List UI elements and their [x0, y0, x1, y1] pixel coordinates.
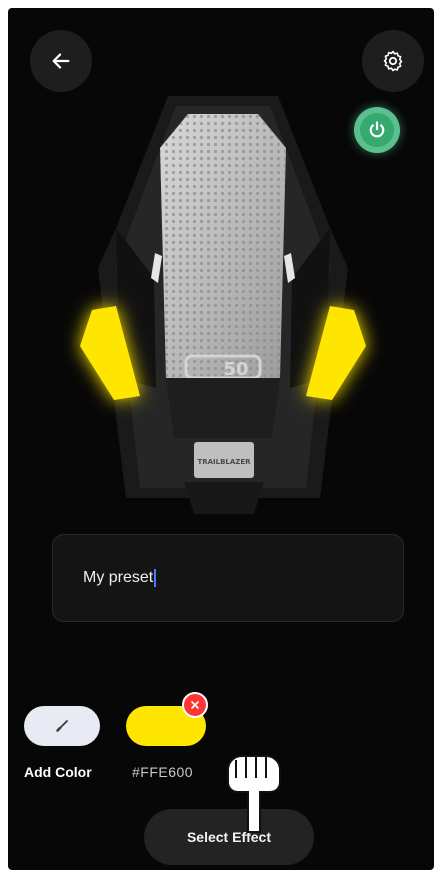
- remove-color-button[interactable]: [182, 692, 208, 718]
- arrow-left-icon: [52, 53, 70, 69]
- brush-icon: [56, 720, 68, 732]
- text-caret: [154, 569, 157, 587]
- plate-label: TRAILBLAZER: [197, 458, 251, 466]
- gear-icon: [383, 50, 403, 72]
- preset-name-value: My preset: [83, 569, 154, 586]
- color-hex-label: #FFE600: [132, 764, 194, 780]
- add-color-label: Add Color: [24, 764, 92, 780]
- pointing-hand-icon: [227, 755, 281, 833]
- screen: 50 TRAILBLAZER My preset Add Color #FFE6…: [8, 8, 434, 870]
- model-label: 50: [223, 359, 248, 380]
- close-icon: [191, 701, 199, 709]
- add-color-button[interactable]: [24, 706, 100, 746]
- preset-name-input[interactable]: My preset: [52, 534, 404, 622]
- device-preview: 50 TRAILBLAZER: [80, 96, 366, 514]
